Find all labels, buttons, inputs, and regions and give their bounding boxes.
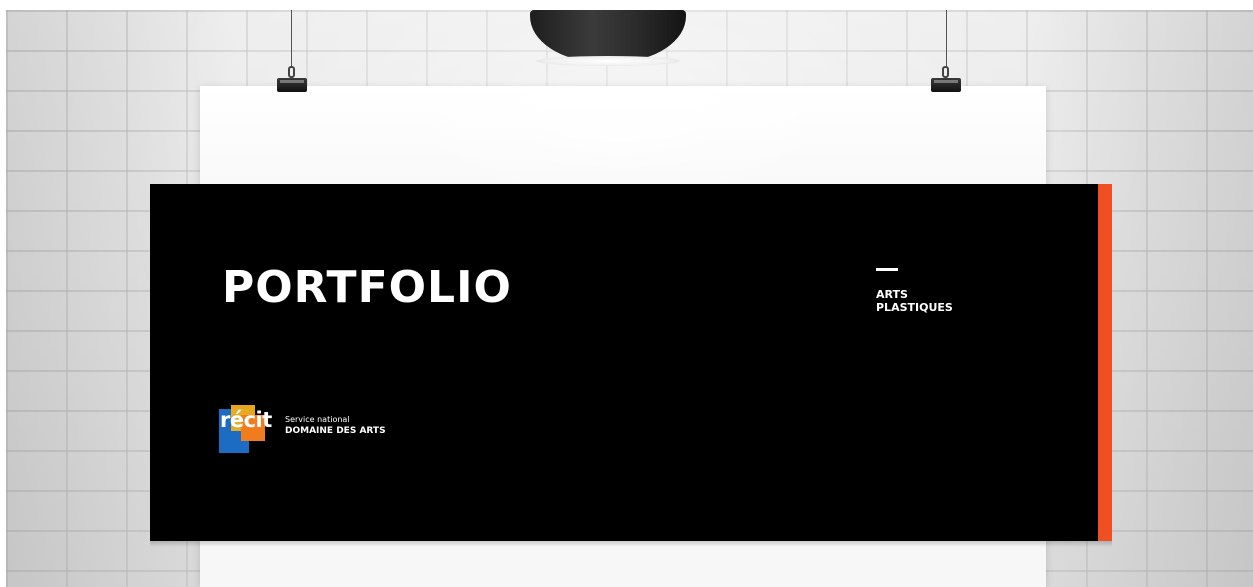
hanging-wire-right bbox=[946, 10, 947, 68]
banner-shadow bbox=[150, 541, 1112, 547]
subject-dash bbox=[876, 268, 898, 271]
black-banner bbox=[150, 184, 1098, 541]
subject-line-2: PLASTIQUES bbox=[876, 301, 953, 314]
recit-logo: récit Service national DOMAINE DES ARTS bbox=[219, 405, 399, 457]
clip-shine bbox=[934, 80, 958, 83]
binder-clip-left bbox=[277, 66, 307, 96]
clip-shine bbox=[280, 80, 304, 83]
logo-wordmark: récit bbox=[220, 408, 272, 432]
orange-accent-stripe bbox=[1098, 184, 1112, 541]
hanging-wire-left bbox=[291, 10, 292, 68]
lamp-bulb bbox=[536, 56, 680, 66]
clip-ring bbox=[942, 66, 949, 78]
pendant-lamp bbox=[530, 10, 686, 68]
poster-title: PORTFOLIO bbox=[222, 262, 512, 313]
subject-label: ARTS PLASTIQUES bbox=[876, 288, 953, 314]
poster-mockup-scene: PORTFOLIO ARTS PLASTIQUES récit Service … bbox=[0, 0, 1253, 587]
binder-clip-right bbox=[931, 66, 961, 96]
logo-domain-line: DOMAINE DES ARTS bbox=[285, 426, 386, 436]
logo-service-line: Service national bbox=[285, 415, 350, 424]
subject-line-1: ARTS bbox=[876, 288, 908, 301]
clip-ring bbox=[288, 66, 295, 78]
lamp-shade bbox=[530, 10, 686, 62]
